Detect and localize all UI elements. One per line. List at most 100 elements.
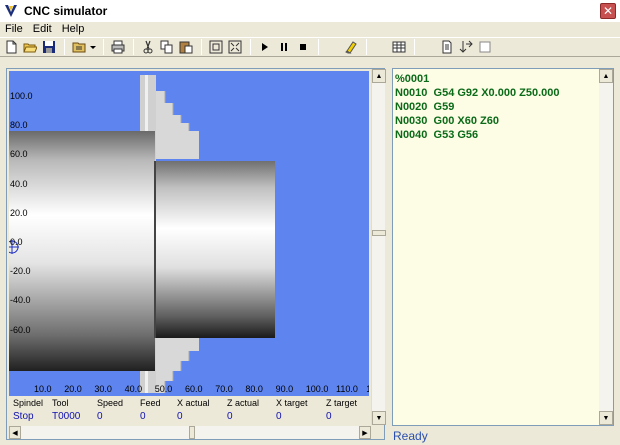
status-header-x-actual: X actual [177, 398, 210, 408]
scroll-up-arrow-icon[interactable]: ▲ [599, 69, 613, 83]
open-button[interactable] [21, 38, 39, 56]
program-line[interactable]: N0040 G53 G56 [395, 128, 597, 142]
scroll-down-arrow-icon[interactable]: ▼ [372, 411, 386, 425]
toolbar-separator [64, 39, 65, 55]
program-editor[interactable]: %0001 N0010 G54 G92 X0.000 Z50.000 N0020… [392, 68, 614, 426]
status-bar-text: Ready [393, 429, 428, 443]
grid-icon [392, 41, 406, 53]
window-title: CNC simulator [24, 4, 108, 18]
program-line[interactable]: N0010 G54 G92 X0.000 Z50.000 [395, 86, 597, 100]
program-line[interactable]: N0030 G00 X60 Z60 [395, 114, 597, 128]
stop-button[interactable] [294, 38, 312, 56]
save-button[interactable] [40, 38, 58, 56]
status-value-spindel: Stop [13, 411, 34, 422]
scroll-thumb[interactable] [189, 426, 195, 439]
y-axis-tick-label: 20.0 [10, 207, 28, 218]
copy-button[interactable] [158, 38, 176, 56]
paste-button[interactable] [177, 38, 195, 56]
scroll-down-arrow-icon[interactable]: ▼ [599, 411, 613, 425]
dropdown-arrow-icon [90, 46, 96, 49]
toolbar-separator [201, 39, 202, 55]
grid-button[interactable] [390, 38, 408, 56]
x-axis-tick-label: 10.0 [34, 384, 52, 394]
toolbar-separator [366, 39, 367, 55]
menu-bar: File Edit Help [0, 22, 620, 36]
toolbar-separator [414, 39, 415, 55]
program-line[interactable]: N0020 G59 [395, 100, 597, 114]
run-button[interactable] [256, 38, 274, 56]
load-program-button[interactable] [70, 38, 88, 56]
x-axis-tick-label: 1 [366, 384, 369, 394]
y-axis-tick-label: -20.0 [10, 266, 31, 277]
stop-icon [300, 44, 306, 50]
axis-settings-button[interactable] [457, 38, 475, 56]
x-axis-tick-label: 90.0 [275, 384, 294, 394]
pause-icon [281, 43, 287, 51]
editor-vertical-scrollbar[interactable]: ▲ ▼ [599, 69, 613, 425]
status-header-z-target: Z target [326, 398, 358, 408]
clear-button[interactable] [342, 38, 360, 56]
toolbar-separator [103, 39, 104, 55]
program-text-area[interactable]: %0001 N0010 G54 G92 X0.000 Z50.000 N0020… [393, 69, 599, 425]
zoom-window-button[interactable] [226, 38, 244, 56]
x-axis-tick-label: 70.0 [215, 384, 233, 394]
document-button[interactable] [438, 38, 456, 56]
x-axis-tick-label: 30.0 [94, 384, 112, 394]
viewport-vertical-scrollbar[interactable]: ▲ ▼ [371, 69, 386, 425]
status-value-z-actual: 0 [227, 411, 233, 422]
play-icon [262, 43, 268, 51]
menu-edit[interactable]: Edit [28, 23, 57, 35]
toolbar-separator [133, 39, 134, 55]
cut-button[interactable] [139, 38, 157, 56]
y-axis-tick-label: 40.0 [10, 178, 28, 189]
status-header-row: Spindel Tool Speed Feed X actual Z actua… [9, 397, 369, 410]
viewport-horizontal-scrollbar[interactable]: ◀ ▶ [9, 426, 371, 439]
machine-status-table: Spindel Tool Speed Feed X actual Z actua… [9, 397, 369, 425]
toolbar [0, 37, 620, 57]
app-icon [5, 5, 17, 17]
x-axis-tick-label: 80.0 [245, 384, 263, 394]
y-axis-tick-label: 0.0 [10, 237, 23, 247]
open-folder-icon [23, 43, 37, 53]
status-value-speed: 0 [97, 411, 103, 422]
status-value-row: Stop T0000 0 0 0 0 0 0 [9, 410, 369, 423]
x-axis-tick-label: 50.0 [154, 384, 173, 394]
status-header-feed: Feed [140, 398, 161, 408]
program-line[interactable]: %0001 [395, 72, 597, 86]
document-icon [442, 40, 452, 54]
new-file-button[interactable] [2, 38, 20, 56]
menu-help[interactable]: Help [57, 23, 90, 35]
blank-button[interactable] [476, 38, 494, 56]
y-axis-tick-label: -60.0 [10, 324, 31, 335]
x-axis-tick-label: 40.0 [124, 384, 143, 394]
print-button[interactable] [109, 38, 127, 56]
workpiece-large-diameter [9, 131, 155, 371]
scroll-thumb[interactable] [372, 230, 386, 236]
status-header-z-actual: Z actual [227, 398, 260, 408]
toolbar-separator [250, 39, 251, 55]
eraser-icon [345, 41, 357, 54]
cut-icon [143, 40, 153, 54]
simulation-viewport[interactable]: 100.0 80.0 60.0 40.0 20.0 0.0 -20.0 -40.0 -60.0 … [9, 71, 369, 396]
scroll-up-arrow-icon[interactable]: ▲ [372, 69, 386, 83]
simulation-panel: 100.0 80.0 60.0 40.0 20.0 0.0 -20.0 -40.0 -60.0 … [6, 68, 386, 440]
x-axis-tick-label: 100.0 [305, 384, 329, 394]
blank-box-icon [479, 41, 491, 53]
lathe-view [9, 75, 275, 393]
close-button[interactable]: ✕ [600, 3, 616, 19]
status-value-z-target: 0 [326, 411, 332, 422]
scroll-right-arrow-icon[interactable]: ▶ [359, 426, 371, 439]
status-header-speed: Speed [97, 398, 124, 408]
y-axis-tick-label: -40.0 [10, 295, 31, 306]
load-program-dropdown[interactable] [89, 38, 97, 56]
pause-button[interactable] [275, 38, 293, 56]
toolbar-separator [318, 39, 319, 55]
paste-icon [179, 41, 193, 54]
scroll-left-arrow-icon[interactable]: ◀ [9, 426, 21, 439]
y-axis-tick-label: 60.0 [10, 149, 28, 160]
menu-file[interactable]: File [0, 23, 28, 35]
zoom-window-icon [228, 40, 242, 54]
workpiece-small-diameter [154, 161, 275, 338]
axis-settings-icon [459, 40, 473, 53]
zoom-fit-button[interactable] [207, 38, 225, 56]
